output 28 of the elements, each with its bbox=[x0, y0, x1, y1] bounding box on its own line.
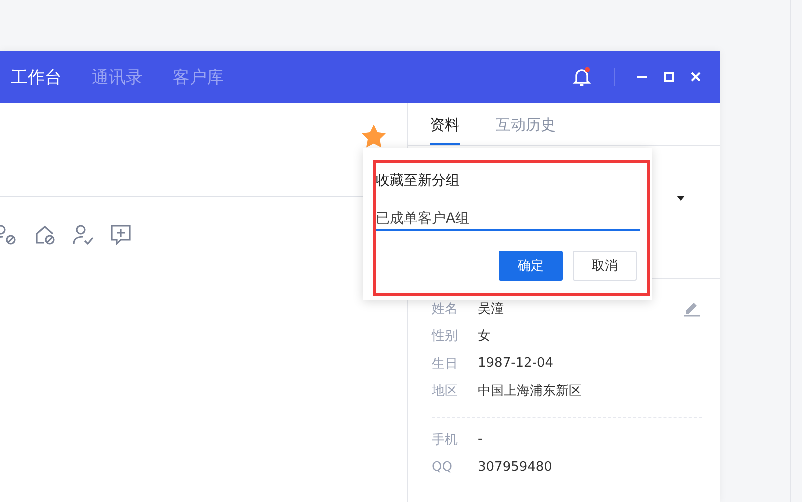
field-value: 1987-12-04 bbox=[478, 356, 554, 372]
nav-tab[interactable]: 工作台 bbox=[11, 66, 62, 88]
field-label: QQ bbox=[432, 460, 454, 475]
person-check-icon[interactable] bbox=[72, 224, 94, 246]
panel-tab[interactable]: 资料 bbox=[430, 116, 460, 145]
maximize-icon[interactable] bbox=[663, 71, 675, 83]
field-value: 吴潼 bbox=[478, 300, 504, 318]
panel-tab[interactable]: 互动历史 bbox=[496, 116, 556, 145]
notification-bell-icon[interactable] bbox=[571, 66, 593, 88]
close-icon[interactable] bbox=[690, 71, 702, 83]
field-label: 姓名 bbox=[432, 300, 459, 318]
field-label: 生日 bbox=[432, 356, 459, 373]
field-label: 地区 bbox=[432, 383, 459, 400]
field-value: 中国上海浦东新区 bbox=[478, 383, 582, 400]
cancel-button[interactable]: 取消 bbox=[573, 251, 637, 281]
dropdown-caret-icon[interactable] bbox=[677, 196, 685, 201]
group-name-field[interactable]: 已成单客户A组 bbox=[376, 209, 640, 231]
field-label: 性别 bbox=[432, 328, 459, 346]
home-block-icon[interactable] bbox=[34, 224, 56, 246]
person-block-icon[interactable] bbox=[0, 224, 18, 246]
field-label: 手机 bbox=[432, 432, 459, 449]
popup-title: 收藏至新分组 bbox=[376, 172, 461, 190]
comment-add-icon[interactable] bbox=[110, 224, 132, 246]
star-icon[interactable] bbox=[362, 125, 386, 149]
confirm-button[interactable]: 确定 bbox=[499, 251, 563, 281]
field-value: 307959480 bbox=[478, 460, 552, 475]
field-value: - bbox=[478, 432, 483, 448]
field-value: 女 bbox=[478, 328, 491, 346]
